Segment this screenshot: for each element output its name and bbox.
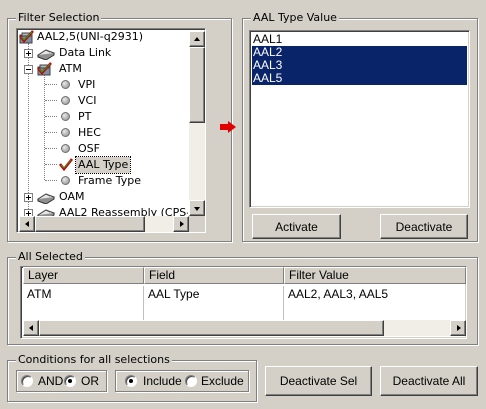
tree-item-label: VCI: [78, 94, 97, 107]
arrow-right-icon: [180, 221, 184, 227]
list-item-aal3[interactable]: AAL3: [252, 59, 467, 72]
field-dot-icon: [61, 96, 70, 105]
aal-type-listbox[interactable]: AAL1 AAL2 AAL3 AAL5: [249, 30, 470, 208]
radio-include-label[interactable]: Include: [143, 374, 182, 388]
scroll-corner: [189, 216, 205, 232]
conditions-caption: Conditions for all selections: [16, 353, 172, 367]
filter-tree[interactable]: AAL2,5(UNI-q2931) Data Link ATM VPI VCI …: [16, 28, 206, 233]
checked-protocol-icon: [19, 30, 34, 44]
column-header-filter-value[interactable]: Filter Value: [284, 267, 466, 284]
tree-horizontal-scrollbar[interactable]: [19, 216, 189, 232]
scroll-right-button[interactable]: [173, 216, 189, 232]
expand-plus-icon[interactable]: [24, 193, 33, 202]
tree-item-vci[interactable]: VCI: [18, 93, 188, 109]
cell-filter-value: AAL2, AAL3, AAL5: [288, 287, 389, 301]
tree-item-data-link[interactable]: Data Link: [18, 45, 188, 61]
tree-item-label: PT: [78, 110, 92, 123]
scroll-down-button[interactable]: [189, 200, 205, 216]
scroll-left-button[interactable]: [19, 216, 35, 232]
tree-item-label: AAL Type: [74, 156, 132, 174]
radio-and[interactable]: [21, 375, 33, 387]
radio-include[interactable]: [125, 375, 137, 387]
book-icon: [37, 193, 55, 204]
tree-item-label: Data Link: [59, 46, 112, 59]
tree-item-label: OSF: [78, 142, 100, 155]
book-icon: [37, 49, 55, 60]
checkmark-icon: [59, 158, 73, 172]
tree-item-aal-type[interactable]: AAL Type: [18, 156, 188, 174]
tree-item-label: OAM: [59, 190, 85, 203]
tree-item-pt[interactable]: PT: [18, 109, 188, 125]
tree-item-root[interactable]: AAL2,5(UNI-q2931): [18, 29, 188, 45]
red-arrow-icon: [220, 121, 236, 133]
arrow-left-icon: [29, 325, 33, 331]
deactivate-button[interactable]: Deactivate: [380, 214, 468, 239]
scroll-up-button[interactable]: [189, 31, 205, 47]
cell-field: AAL Type: [148, 287, 200, 301]
tree-item-vpi[interactable]: VPI: [18, 77, 188, 93]
field-dot-icon: [61, 112, 70, 121]
tree-item-label: Frame Type: [78, 174, 142, 187]
field-dot-icon: [61, 176, 70, 185]
tree-item-frame-type[interactable]: Frame Type: [18, 173, 188, 189]
tree-item-atm[interactable]: ATM: [18, 61, 188, 77]
table-horizontal-scrollbar[interactable]: [23, 320, 466, 336]
list-item-aal2[interactable]: AAL2: [252, 46, 467, 59]
tree-item-label: VPI: [78, 78, 96, 91]
radio-exclude[interactable]: [185, 375, 197, 387]
scroll-thumb[interactable]: [39, 320, 384, 336]
scroll-thumb[interactable]: [35, 216, 145, 232]
radio-and-label[interactable]: AND: [38, 374, 63, 388]
field-dot-icon: [61, 80, 70, 89]
tree-item-osf[interactable]: OSF: [18, 141, 188, 157]
radio-or-label[interactable]: OR: [81, 374, 99, 388]
scroll-thumb[interactable]: [189, 47, 205, 123]
table-row[interactable]: ATM AAL Type AAL2, AAL3, AAL5: [23, 286, 466, 302]
all-selected-caption: All Selected: [16, 250, 85, 264]
scroll-left-button[interactable]: [23, 320, 39, 336]
cell-layer: ATM: [27, 287, 52, 301]
column-header-field[interactable]: Field: [144, 267, 284, 284]
tree-vertical-scrollbar[interactable]: [189, 31, 205, 216]
arrow-right-icon: [457, 325, 461, 331]
radio-or[interactable]: [64, 375, 76, 387]
tree-item-label: AAL2,5(UNI-q2931): [37, 30, 144, 43]
expand-plus-icon[interactable]: [24, 49, 33, 58]
arrow-down-icon: [194, 207, 200, 211]
all-selected-table[interactable]: Layer Field Filter Value ATM AAL Type AA…: [20, 266, 467, 339]
column-header-layer[interactable]: Layer: [23, 267, 144, 284]
aal-type-value-caption: AAL Type Value: [251, 11, 339, 25]
tree-item-hec[interactable]: HEC: [18, 125, 188, 141]
deactivate-sel-button[interactable]: Deactivate Sel: [265, 366, 372, 396]
list-item-aal1[interactable]: AAL1: [252, 33, 467, 46]
list-item-aal5[interactable]: AAL5: [252, 72, 467, 85]
field-dot-icon: [61, 128, 70, 137]
checked-protocol-icon: [37, 62, 52, 76]
field-dot-icon: [61, 144, 70, 153]
tree-item-label: HEC: [78, 126, 101, 139]
tree-item-oam[interactable]: OAM: [18, 189, 188, 205]
arrow-up-icon: [194, 37, 200, 41]
deactivate-all-button[interactable]: Deactivate All: [380, 366, 478, 396]
collapse-minus-icon[interactable]: [24, 65, 33, 74]
filter-selection-caption: Filter Selection: [16, 11, 102, 25]
radio-exclude-label[interactable]: Exclude: [201, 374, 244, 388]
arrow-left-icon: [25, 221, 29, 227]
activate-button[interactable]: Activate: [252, 214, 341, 239]
scroll-right-button[interactable]: [450, 320, 466, 336]
tree-item-label: ATM: [59, 62, 82, 75]
